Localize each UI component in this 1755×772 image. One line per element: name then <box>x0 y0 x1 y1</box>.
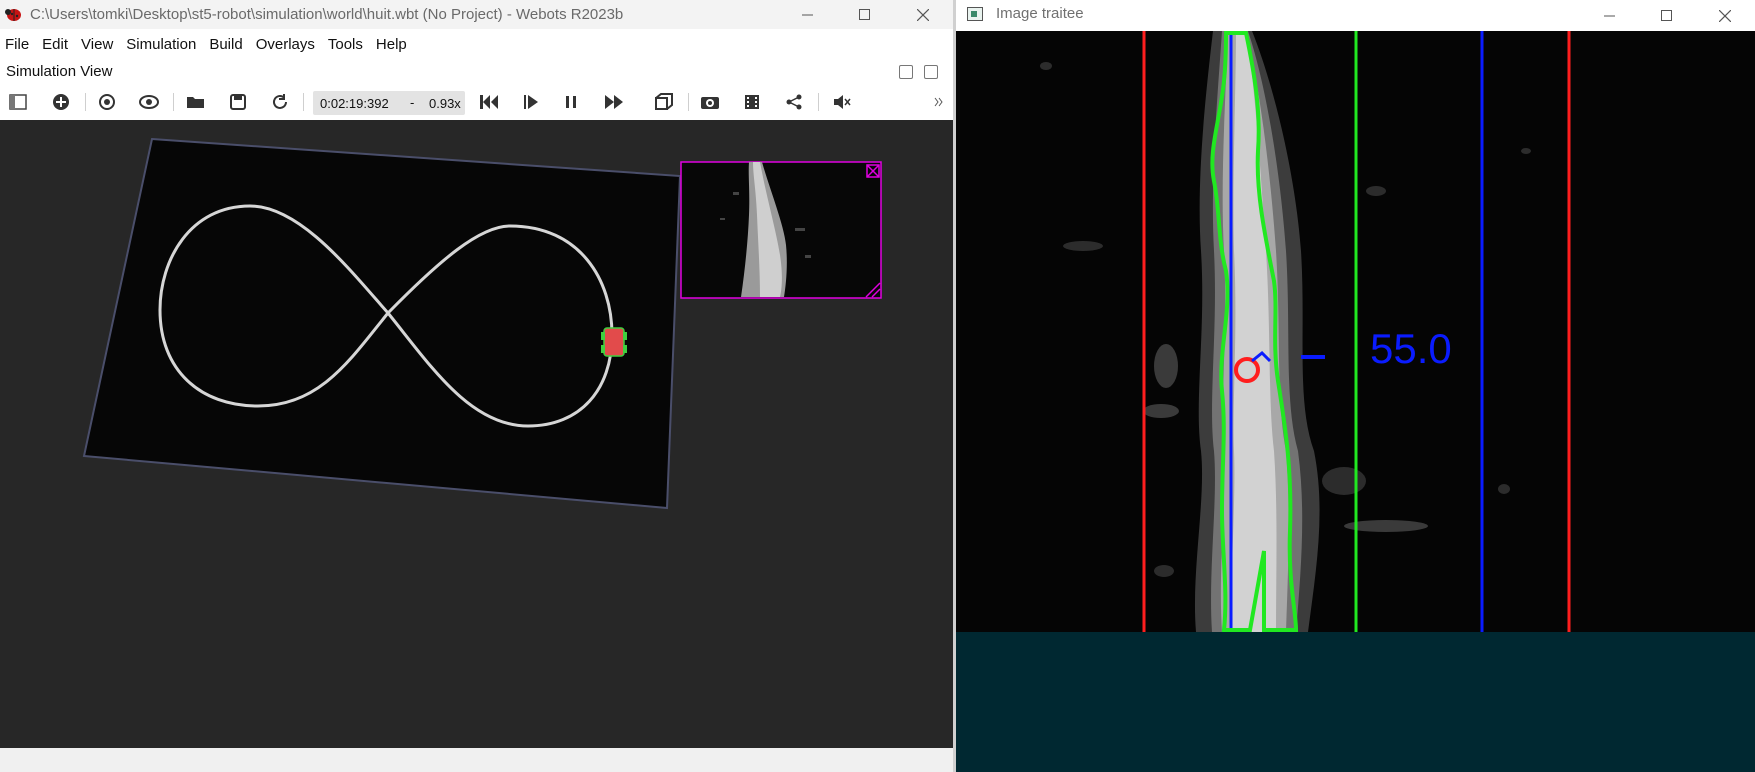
reset-simulation-icon[interactable] <box>477 90 501 114</box>
menu-simulation[interactable]: Simulation <box>121 33 204 59</box>
menu-help[interactable]: Help <box>371 33 415 59</box>
robot[interactable] <box>601 327 627 357</box>
image-traitee-window: Image traitee 55.0 <box>956 0 1755 632</box>
status-bar <box>0 748 953 772</box>
maximize-button[interactable] <box>842 0 888 29</box>
time-separator: - <box>410 95 415 110</box>
image-window-title: Image traitee <box>996 5 1084 22</box>
menu-view[interactable]: View <box>76 33 121 59</box>
reset-viewpoint-icon[interactable] <box>95 90 119 114</box>
open-world-icon[interactable] <box>184 90 208 114</box>
simulation-view-header: Simulation View <box>0 60 953 84</box>
image-close-button[interactable] <box>1697 0 1753 31</box>
image-maximize-button[interactable] <box>1639 0 1695 31</box>
screenshot-icon[interactable] <box>698 90 722 114</box>
minimize-button[interactable] <box>785 0 831 29</box>
sound-mute-icon[interactable] <box>830 90 854 114</box>
toggle-scene-tree-icon[interactable] <box>6 90 30 114</box>
angle-label: 55.0 <box>1370 325 1452 372</box>
image-minimize-button[interactable] <box>1582 0 1638 31</box>
webots-ladybug-icon <box>4 6 22 22</box>
simulation-toolbar: 0:02:19:392 - 0.93x <box>0 86 953 118</box>
float-panel-icon[interactable] <box>899 65 913 79</box>
simulation-time: 0:02:19:392 <box>320 96 389 111</box>
fast-forward-icon[interactable] <box>602 90 626 114</box>
save-world-icon[interactable] <box>226 90 250 114</box>
menu-overlays[interactable]: Overlays <box>251 33 323 59</box>
perspective-icon[interactable] <box>652 90 676 114</box>
window-title: C:\Users\tomki\Desktop\st5-robot\simulat… <box>30 6 624 23</box>
simulation-speed: 0.93x <box>429 96 461 111</box>
processed-camera-image: 55.0 <box>956 29 1755 632</box>
panel-title: Simulation View <box>6 63 113 80</box>
close-panel-icon[interactable] <box>924 65 938 79</box>
webots-titlebar[interactable]: C:\Users\tomki\Desktop\st5-robot\simulat… <box>0 0 953 29</box>
share-icon[interactable] <box>782 90 806 114</box>
close-button[interactable] <box>900 0 946 29</box>
3d-viewport[interactable] <box>0 120 953 748</box>
menu-build[interactable]: Build <box>204 33 250 59</box>
image-window-icon <box>967 7 983 21</box>
menu-bar: File Edit View Simulation Build Overlays… <box>0 33 953 59</box>
menu-file[interactable]: File <box>0 33 37 59</box>
image-window-titlebar[interactable]: Image traitee <box>956 0 1755 31</box>
camera-overlay[interactable] <box>680 161 882 299</box>
webots-window: C:\Users\tomki\Desktop\st5-robot\simulat… <box>0 0 953 772</box>
movie-icon[interactable] <box>740 90 764 114</box>
arena-floor <box>82 137 682 510</box>
view-eye-icon[interactable] <box>137 90 161 114</box>
add-node-icon[interactable] <box>49 90 73 114</box>
menu-tools[interactable]: Tools <box>323 33 371 59</box>
more-chevron-icon[interactable] <box>930 90 948 114</box>
scene-svg[interactable] <box>0 120 953 748</box>
simulation-time-display: 0:02:19:392 - 0.93x <box>313 91 465 115</box>
reload-world-icon[interactable] <box>268 90 292 114</box>
pause-icon[interactable] <box>559 90 583 114</box>
step-icon[interactable] <box>519 90 543 114</box>
menu-edit[interactable]: Edit <box>37 33 76 59</box>
